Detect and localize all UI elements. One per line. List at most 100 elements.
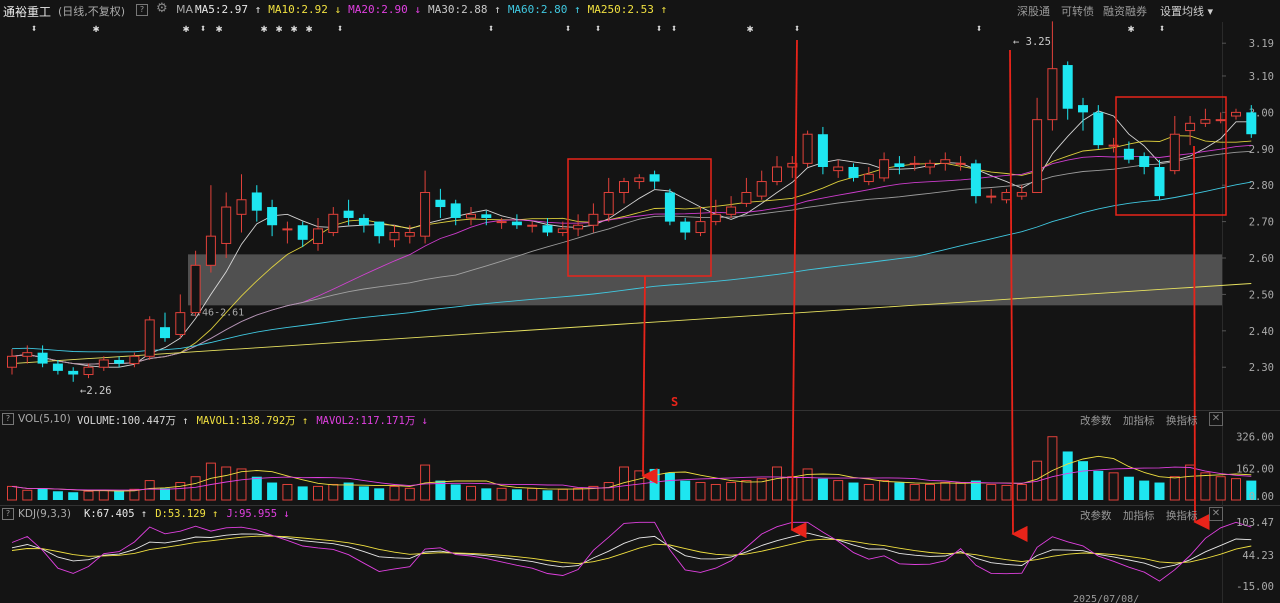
candle <box>741 177 752 208</box>
candle <box>358 214 369 233</box>
volume-bar <box>772 466 782 501</box>
candle-body <box>205 235 216 266</box>
edit-params-button[interactable]: 改参数 <box>1080 413 1112 428</box>
candle <box>817 126 828 175</box>
candle <box>680 217 691 240</box>
volume-bar <box>680 480 691 500</box>
volume-bar <box>909 483 920 501</box>
add-indicator-button[interactable]: 加指标 <box>1123 508 1155 523</box>
candle-body <box>68 370 79 375</box>
volume-bar <box>7 485 17 501</box>
price-tick-label: 2.90 <box>1249 144 1274 156</box>
candle-body <box>817 134 828 167</box>
candle <box>466 207 476 226</box>
candle-body <box>297 225 308 240</box>
volume-bar <box>297 486 308 500</box>
candle <box>940 152 951 171</box>
event-marker: ⬍ <box>1159 22 1166 35</box>
candle-body <box>190 264 201 314</box>
volume-bar <box>358 486 369 500</box>
candle-body <box>1016 191 1027 197</box>
volume-bar <box>37 488 48 500</box>
price-tick-label: 2.50 <box>1249 289 1274 301</box>
candle-body <box>1032 119 1043 193</box>
candle-body <box>741 191 752 204</box>
candle <box>833 159 844 178</box>
volume-bar <box>710 483 721 501</box>
candle-body <box>863 173 874 183</box>
volume-bar <box>833 480 844 501</box>
candle-body <box>527 224 538 227</box>
candle <box>1016 185 1027 200</box>
switch-indicator-button[interactable]: 换指标 <box>1166 413 1198 428</box>
volume-bar <box>1093 470 1104 500</box>
volume-bar <box>236 468 247 501</box>
volume-bar <box>205 462 216 501</box>
help-icon[interactable]: ? <box>2 508 14 520</box>
candle <box>267 199 278 237</box>
volume-bar <box>1001 484 1012 501</box>
volume-bar <box>726 482 737 501</box>
kdj-tick-label: 44.23 <box>1242 550 1274 562</box>
candle <box>297 221 308 248</box>
candle-body <box>664 192 675 222</box>
candle-body <box>695 221 706 234</box>
support-band <box>188 254 1222 306</box>
candle-body <box>649 174 660 182</box>
help-icon[interactable]: ? <box>2 413 14 425</box>
volume-bar <box>573 487 584 501</box>
candle <box>236 174 247 233</box>
candle <box>879 152 890 182</box>
volume-tick-label: 0.00 <box>1249 491 1274 503</box>
candle-body <box>267 207 278 226</box>
candle-body <box>358 217 369 226</box>
candle-body <box>236 199 247 215</box>
volume-bar <box>1185 464 1196 501</box>
close-icon[interactable]: ✕ <box>1209 412 1223 426</box>
volume-bar <box>496 487 507 501</box>
volume-bar <box>925 483 935 501</box>
volume-bar <box>741 480 752 501</box>
candle <box>114 356 125 368</box>
candle <box>1231 108 1241 120</box>
volume-bar <box>695 482 706 501</box>
volume-bar <box>542 490 553 500</box>
volume-bar <box>98 489 109 501</box>
candle <box>481 210 492 226</box>
candle <box>343 199 354 226</box>
volume-bar <box>282 483 293 501</box>
candle <box>435 188 446 218</box>
candle-body <box>619 181 629 193</box>
volume-bar <box>160 488 170 500</box>
add-indicator-button[interactable]: 加指标 <box>1123 413 1155 428</box>
close-icon[interactable]: ✕ <box>1209 507 1223 521</box>
candle-body <box>909 162 920 165</box>
candle <box>542 217 553 237</box>
switch-indicator-button[interactable]: 换指标 <box>1166 508 1198 523</box>
volume-bar <box>52 491 63 500</box>
volume-bar <box>1200 472 1211 501</box>
candle <box>221 192 232 259</box>
indicator-value: MAVOL2:117.171万 ↓ <box>316 415 428 427</box>
candle <box>557 221 568 237</box>
volume-bar <box>267 482 278 500</box>
indicator-value: K:67.405 ↑ <box>84 508 148 520</box>
candle-body <box>970 163 981 197</box>
volume-bar <box>1154 482 1165 500</box>
candle-body <box>1246 112 1257 135</box>
volume-bar <box>1062 451 1073 500</box>
event-marker: ⬍ <box>200 22 207 35</box>
indicator-value: MAVOL1:138.792万 ↑ <box>196 415 309 427</box>
price-tick-label: 3.10 <box>1249 71 1274 83</box>
candle <box>1185 116 1196 146</box>
candle-body <box>1154 166 1165 197</box>
edit-params-button[interactable]: 改参数 <box>1080 508 1112 523</box>
candle <box>1078 97 1088 131</box>
candle-body <box>7 355 17 368</box>
candle-body <box>848 166 859 178</box>
candle <box>328 207 339 237</box>
candle <box>98 356 109 371</box>
volume-bar <box>863 483 874 501</box>
candle <box>1215 112 1226 124</box>
candle-body <box>98 359 109 368</box>
